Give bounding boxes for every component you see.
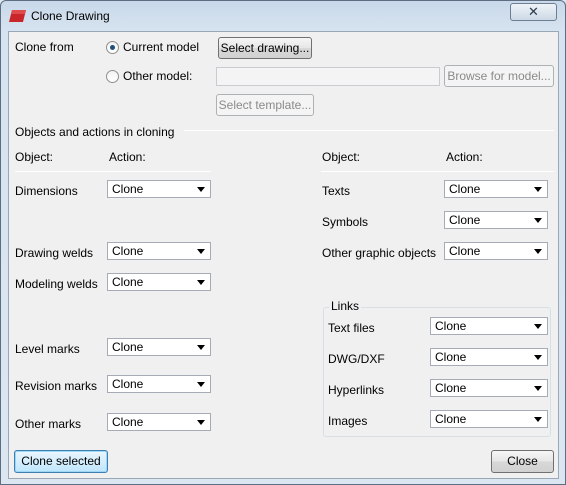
right-object-header: Object: — [322, 150, 361, 164]
other-model-label[interactable]: Other model: — [123, 69, 192, 83]
select-value: Clone — [435, 319, 467, 333]
tekla-app-icon — [9, 10, 26, 22]
modeling-welds-label: Modeling welds — [15, 277, 98, 291]
select-value: Clone — [435, 350, 467, 364]
dwg-dxf-label: DWG/DXF — [328, 352, 385, 366]
chevron-down-icon — [534, 249, 542, 254]
other-graphic-objects-action-select[interactable]: Clone — [444, 242, 548, 260]
texts-action-select[interactable]: Clone — [444, 180, 548, 198]
other-model-field[interactable] — [216, 67, 440, 86]
dialog-body: Clone from Current model Select drawing.… — [8, 31, 559, 479]
title-bar[interactable]: Clone Drawing ✕ — [1, 1, 565, 31]
select-value: Clone — [435, 381, 467, 395]
select-value: Clone — [449, 213, 481, 227]
window-title: Clone Drawing — [31, 9, 110, 23]
other-graphic-objects-label: Other graphic objects — [322, 246, 437, 260]
texts-label: Texts — [322, 184, 351, 198]
section-divider — [184, 130, 554, 131]
radio-selected-dot — [110, 45, 115, 50]
clone-from-label: Clone from — [15, 40, 74, 54]
left-header-divider — [15, 171, 211, 172]
chevron-down-icon — [197, 382, 205, 387]
chevron-down-icon — [534, 386, 542, 391]
symbols-label: Symbols — [322, 215, 369, 229]
level-marks-action-select[interactable]: Clone — [107, 338, 211, 356]
symbols-action-select[interactable]: Clone — [444, 211, 548, 229]
right-header-divider — [321, 171, 554, 172]
dimensions-label: Dimensions — [15, 184, 78, 198]
dimensions-action-select[interactable]: Clone — [107, 180, 211, 198]
current-model-radio[interactable] — [106, 41, 119, 54]
select-value: Clone — [435, 412, 467, 426]
revision-marks-action-select[interactable]: Clone — [107, 375, 211, 393]
chevron-down-icon — [534, 187, 542, 192]
select-value: Clone — [112, 275, 144, 289]
chevron-down-icon — [197, 420, 205, 425]
images-label: Images — [328, 414, 368, 428]
dwg-dxf-action-select[interactable]: Clone — [430, 348, 548, 366]
select-value: Clone — [112, 182, 144, 196]
chevron-down-icon — [534, 417, 542, 422]
clone-drawing-window: Clone Drawing ✕ Clone from Current model… — [0, 0, 566, 485]
left-action-header: Action: — [109, 150, 146, 164]
select-value: Clone — [112, 340, 144, 354]
clone-selected-button[interactable]: Clone selected — [14, 450, 108, 473]
other-model-radio[interactable] — [106, 70, 119, 83]
close-window-icon[interactable]: ✕ — [510, 3, 557, 21]
select-value: Clone — [112, 244, 144, 258]
browse-for-model-button[interactable]: Browse for model... — [444, 65, 554, 87]
select-drawing-button[interactable]: Select drawing... — [218, 37, 312, 59]
chevron-down-icon — [197, 187, 205, 192]
chevron-down-icon — [534, 355, 542, 360]
section-title: Objects and actions in cloning — [15, 125, 175, 139]
select-template-button[interactable]: Select template... — [216, 94, 314, 116]
select-value: Clone — [112, 377, 144, 391]
revision-marks-label: Revision marks — [15, 379, 98, 393]
select-value: Clone — [449, 182, 481, 196]
current-model-label[interactable]: Current model — [123, 40, 199, 54]
modeling-welds-action-select[interactable]: Clone — [107, 273, 211, 291]
chevron-down-icon — [197, 345, 205, 350]
hyperlinks-label: Hyperlinks — [328, 383, 385, 397]
right-action-header: Action: — [446, 150, 483, 164]
chevron-down-icon — [534, 324, 542, 329]
images-action-select[interactable]: Clone — [430, 410, 548, 428]
other-marks-action-select[interactable]: Clone — [107, 413, 211, 431]
select-value: Clone — [112, 415, 144, 429]
chevron-down-icon — [534, 218, 542, 223]
left-object-header: Object: — [15, 150, 54, 164]
text-files-label: Text files — [328, 321, 375, 335]
drawing-welds-action-select[interactable]: Clone — [107, 242, 211, 260]
hyperlinks-action-select[interactable]: Clone — [430, 379, 548, 397]
level-marks-label: Level marks — [15, 342, 80, 356]
select-value: Clone — [449, 244, 481, 258]
text-files-action-select[interactable]: Clone — [430, 317, 548, 335]
other-marks-label: Other marks — [15, 417, 82, 431]
drawing-welds-label: Drawing welds — [15, 246, 94, 260]
close-button[interactable]: Close — [491, 450, 554, 473]
chevron-down-icon — [197, 280, 205, 285]
chevron-down-icon — [197, 249, 205, 254]
links-title: Links — [329, 299, 362, 313]
